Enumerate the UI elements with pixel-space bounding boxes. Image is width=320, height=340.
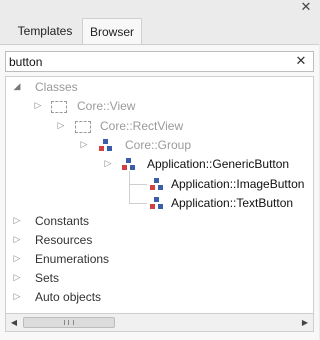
tree-item-label: Constants [35, 214, 90, 228]
class-hierarchy-icon [99, 139, 113, 153]
tree-item-classes[interactable]: ◢ Classes [10, 78, 310, 97]
dashed-box-icon [75, 121, 91, 133]
tree-item-resources[interactable]: ▷ Resources [10, 231, 310, 250]
tree-item-label: Resources [35, 233, 93, 247]
collapsed-arrow-icon[interactable]: ▷ [56, 117, 66, 136]
scrollbar-thumb[interactable] [23, 317, 115, 328]
collapsed-arrow-icon[interactable]: ▷ [79, 136, 89, 155]
search-input[interactable] [9, 53, 289, 70]
tree-item-auto-objects[interactable]: ▷ Auto objects [10, 288, 310, 307]
collapsed-arrow-icon[interactable]: ▷ [12, 269, 22, 288]
tree-item-constants[interactable]: ▷ Constants [10, 212, 310, 231]
search-box: ✕ [5, 51, 314, 72]
class-hierarchy-icon [150, 197, 164, 211]
tree-item-label: Enumerations [35, 252, 110, 266]
expanded-arrow-icon[interactable]: ▷ [103, 155, 113, 174]
clear-search-icon[interactable]: ✕ [294, 54, 308, 70]
expanded-arrow-icon[interactable]: ◢ [12, 78, 22, 97]
collapsed-arrow-icon[interactable]: ▷ [12, 231, 22, 250]
panel-titlebar: ✕ [0, 0, 319, 18]
collapsed-arrow-icon[interactable]: ▷ [33, 97, 43, 116]
tree-item-enumerations[interactable]: ▷ Enumerations [10, 250, 310, 269]
horizontal-scrollbar[interactable]: ◀ ▶ [5, 314, 314, 332]
browser-tree: ◢ Classes ▷ Core::View ▷ Core::RectView … [5, 76, 314, 314]
tree-item-label: Application::ImageButton [171, 177, 305, 191]
tree-item-class[interactable]: ▷ Application::GenericButton [103, 155, 313, 174]
tree-item-label: Application::TextButton [171, 196, 294, 210]
tab-templates[interactable]: Templates [8, 18, 82, 45]
tree-item-label: Core::View [77, 99, 136, 113]
tree-item-class[interactable]: ▷ Core::RectView [56, 117, 306, 136]
tree-item-sets[interactable]: ▷ Sets [10, 269, 310, 288]
tree-item-label: Application::GenericButton [147, 157, 290, 171]
tree-item-label: Sets [35, 271, 60, 285]
tree-item-label: Auto objects [35, 290, 102, 304]
tree-connector [129, 184, 147, 185]
collapsed-arrow-icon[interactable]: ▷ [12, 250, 22, 269]
scroll-right-icon[interactable]: ▶ [297, 314, 313, 331]
tab-bar: Templates Browser [0, 18, 319, 45]
tree-item-label: Core::RectView [100, 119, 184, 133]
collapsed-arrow-icon[interactable]: ▷ [12, 288, 22, 307]
close-icon[interactable]: ✕ [299, 1, 313, 15]
grip-icon [64, 320, 74, 325]
tree-connector [129, 203, 147, 204]
dashed-box-icon [51, 101, 67, 113]
class-hierarchy-icon [150, 178, 164, 192]
class-hierarchy-icon [122, 158, 136, 172]
tree-item-label: Classes [35, 80, 78, 94]
tree-item-class[interactable]: ▷ Core::View [33, 97, 303, 116]
tree-item-label: Core::Group [125, 138, 192, 152]
scroll-left-icon[interactable]: ◀ [6, 314, 22, 331]
tree-item-class[interactable]: Application::TextButton [146, 194, 311, 213]
tree-connector [129, 171, 130, 204]
tree-item-class[interactable]: ▷ Core::Group [79, 136, 309, 155]
collapsed-arrow-icon[interactable]: ▷ [12, 212, 22, 231]
tree-item-class[interactable]: Application::ImageButton [146, 175, 311, 194]
tab-browser[interactable]: Browser [82, 18, 142, 45]
